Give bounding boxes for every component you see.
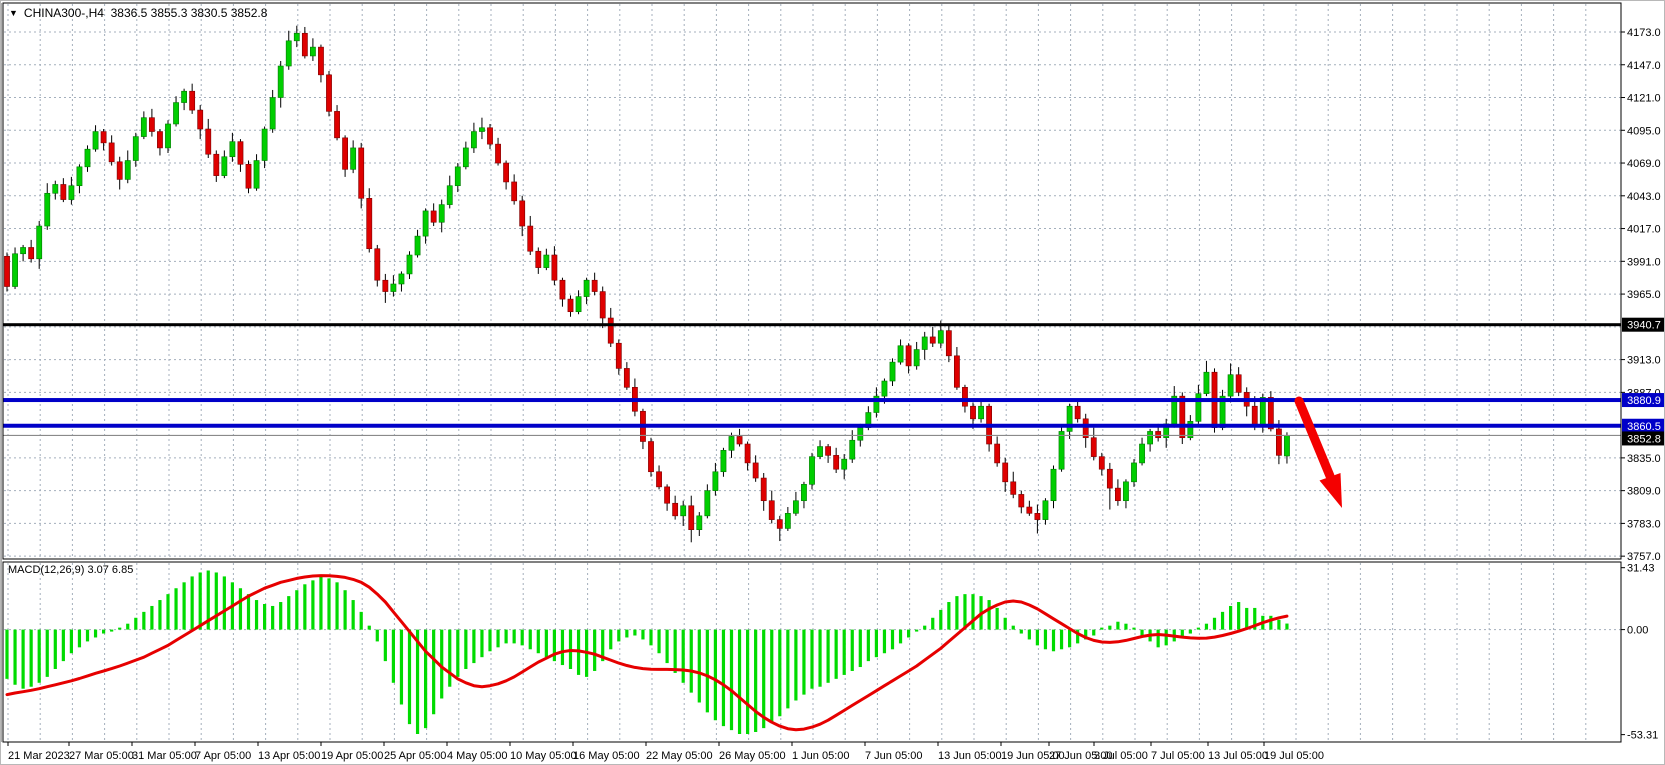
chart-canvas[interactable]: 4173.0 4147.0 4121.0 4095.0 4069.0 4043.0 4017… <box>1 1 1665 765</box>
price-axis[interactable]: 4173.0 4147.0 4121.0 4095.0 4069.0 4043.0 4017… <box>1621 27 1661 742</box>
svg-text:4017.0: 4017.0 <box>1627 224 1661 236</box>
svg-text:3757.0: 3757.0 <box>1627 551 1661 563</box>
hline-price-tag: 3940.7 <box>1622 318 1665 332</box>
red-down-arrow[interactable] <box>1299 401 1342 508</box>
svg-text:21 Mar 2023: 21 Mar 2023 <box>8 750 70 762</box>
svg-text:25 Apr 05:00: 25 Apr 05:00 <box>384 750 446 762</box>
svg-text:27 Mar 05:00: 27 Mar 05:00 <box>69 750 134 762</box>
svg-text:4043.0: 4043.0 <box>1627 191 1661 203</box>
svg-text:19 Jul 05:00: 19 Jul 05:00 <box>1264 750 1324 762</box>
svg-text:0.00: 0.00 <box>1627 625 1648 637</box>
blue-hline-price-tag-1: 3880.9 <box>1622 393 1665 407</box>
svg-text:3 Jul 05:00: 3 Jul 05:00 <box>1094 750 1148 762</box>
svg-text:13 Apr 05:00: 13 Apr 05:00 <box>258 750 320 762</box>
svg-text:4121.0: 4121.0 <box>1627 93 1661 105</box>
blue-support-hline-2[interactable] <box>3 424 1621 428</box>
svg-text:7 Apr 05:00: 7 Apr 05:00 <box>195 750 251 762</box>
macd-histogram <box>7 571 1287 735</box>
ohlc-values: 3836.5 3855.3 3830.5 3852.8 <box>111 6 268 20</box>
svg-text:7 Jun 05:00: 7 Jun 05:00 <box>865 750 923 762</box>
candlestick-series <box>4 26 1289 543</box>
svg-text:3852.8: 3852.8 <box>1627 433 1661 445</box>
svg-text:3940.7: 3940.7 <box>1627 320 1661 332</box>
chevron-down-icon[interactable]: ▼ <box>9 8 18 18</box>
svg-text:22 May 05:00: 22 May 05:00 <box>646 750 713 762</box>
bid-price-tag: 3852.8 <box>1622 431 1665 445</box>
svg-text:3965.0: 3965.0 <box>1627 289 1661 301</box>
svg-text:13 Jul 05:00: 13 Jul 05:00 <box>1208 750 1268 762</box>
blue-support-hline-1[interactable] <box>3 398 1621 402</box>
svg-text:4095.0: 4095.0 <box>1627 125 1661 137</box>
symbol-info-bar: ▼ CHINA300-,H4 3836.5 3855.3 3830.5 3852.… <box>9 6 267 20</box>
symbol-timeframe-label: CHINA300-,H4 <box>24 6 104 20</box>
svg-text:3991.0: 3991.0 <box>1627 256 1661 268</box>
svg-text:19 Apr 05:00: 19 Apr 05:00 <box>321 750 383 762</box>
svg-text:7 Jul 05:00: 7 Jul 05:00 <box>1151 750 1205 762</box>
svg-text:4 May 05:00: 4 May 05:00 <box>447 750 508 762</box>
svg-text:10 May 05:00: 10 May 05:00 <box>510 750 577 762</box>
svg-text:13 Jun 05:00: 13 Jun 05:00 <box>938 750 1002 762</box>
blue-hline-price-tag-2: 3860.5 <box>1622 419 1665 433</box>
svg-text:-53.31: -53.31 <box>1627 730 1658 742</box>
svg-text:16 May 05:00: 16 May 05:00 <box>573 750 640 762</box>
svg-text:31.43: 31.43 <box>1627 563 1655 575</box>
time-axis[interactable]: 21 Mar 202327 Mar 05:0031 Mar 05:007 Apr… <box>8 742 1324 762</box>
black-resistance-hline[interactable] <box>3 323 1621 326</box>
svg-text:3860.5: 3860.5 <box>1627 421 1661 433</box>
svg-text:4147.0: 4147.0 <box>1627 60 1661 72</box>
svg-text:3835.0: 3835.0 <box>1627 453 1661 465</box>
svg-text:26 May 05:00: 26 May 05:00 <box>719 750 786 762</box>
svg-text:4173.0: 4173.0 <box>1627 27 1661 39</box>
svg-text:3913.0: 3913.0 <box>1627 355 1661 367</box>
svg-text:3809.0: 3809.0 <box>1627 486 1661 498</box>
svg-text:3880.9: 3880.9 <box>1627 395 1661 407</box>
svg-text:31 Mar 05:00: 31 Mar 05:00 <box>132 750 197 762</box>
svg-text:4069.0: 4069.0 <box>1627 158 1661 170</box>
svg-text:3783.0: 3783.0 <box>1627 518 1661 530</box>
mt4-chart-window: ▼ CHINA300-,H4 3836.5 3855.3 3830.5 3852.… <box>0 0 1665 765</box>
svg-text:1 Jun 05:00: 1 Jun 05:00 <box>792 750 850 762</box>
macd-indicator-label: MACD(12,26,9) 3.07 6.85 <box>8 564 133 576</box>
